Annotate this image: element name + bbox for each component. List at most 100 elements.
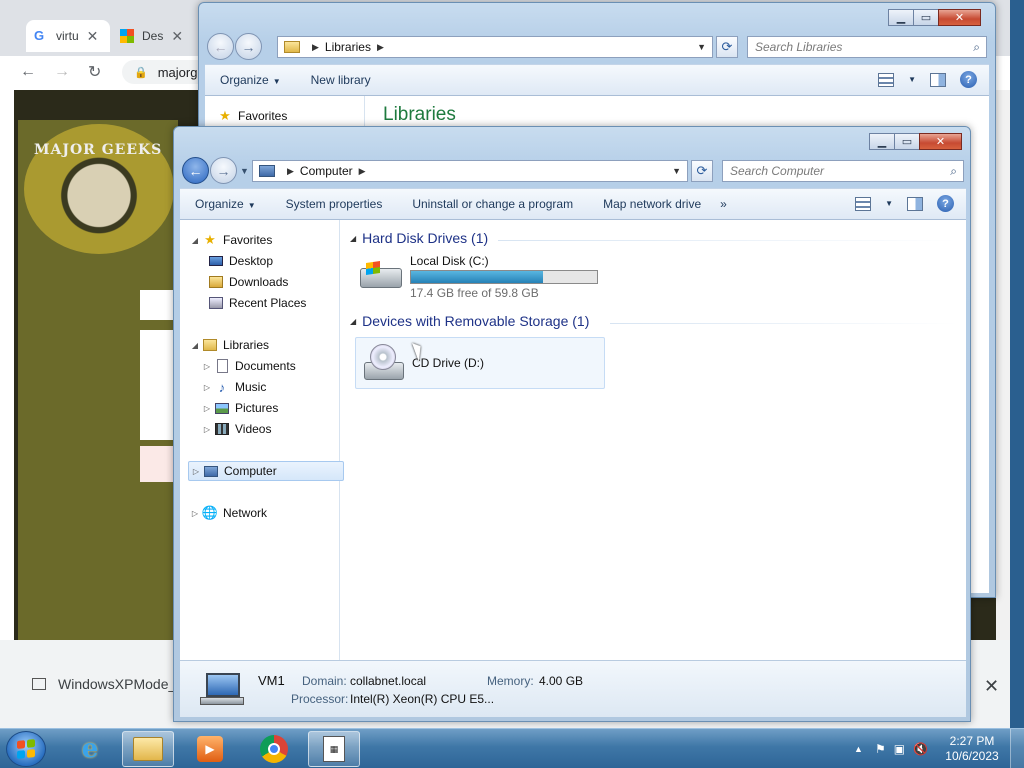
forward-arrow-icon[interactable]: → [54,63,70,81]
taskbar-windows-explorer[interactable] [122,731,174,767]
network-status-icon[interactable]: ▣ [894,742,905,756]
collapsed-arrow-icon[interactable]: ▷ [200,383,214,392]
memory-label: Memory: [487,674,534,688]
folder-icon [133,737,163,761]
organize-button[interactable]: Organize ▼ [180,197,271,211]
organize-button[interactable]: Organize ▼ [205,73,296,87]
change-view-icon[interactable] [855,196,872,211]
taskbar-chrome[interactable] [248,731,300,767]
taskbar-internet-explorer[interactable]: e [64,731,116,767]
memory-value: 4.00 GB [539,674,584,688]
reload-icon[interactable]: ↻ [88,62,101,82]
computer-content: ◢ ★ Favorites Desktop Downloads Recent P… [180,220,966,660]
computer-icon [203,463,219,479]
nav-favorites[interactable]: ★ Favorites [217,106,287,126]
collapse-group-icon[interactable]: ◢ [350,234,356,243]
collapse-group-icon[interactable]: ◢ [350,317,356,326]
collapsed-arrow-icon[interactable]: ▷ [188,509,202,518]
search-input[interactable]: Search Libraries ⌕ [747,36,987,58]
collapsed-arrow-icon[interactable]: ▷ [189,467,203,476]
search-input[interactable]: Search Computer ⌕ [722,160,964,182]
nav-computer[interactable]: ▷ Computer [188,461,344,481]
chevron-down-icon[interactable]: ▼ [672,166,681,176]
group-hard-disk-drives[interactable]: ◢ Hard Disk Drives (1) [350,230,488,246]
breadcrumb-libraries[interactable]: Libraries [325,40,371,54]
expand-arrow-icon[interactable]: ◢ [188,341,202,350]
clock-time: 2:27 PM [949,734,995,748]
chevron-down-icon[interactable]: ▼ [885,199,893,208]
taskbar-media-player[interactable]: ▶ [184,731,236,767]
nav-label: Pictures [235,401,279,415]
address-bar[interactable]: ▶ Libraries ▶ ▼ [277,36,713,58]
nav-videos[interactable]: ▷ Videos [200,419,272,439]
chrome-tab-1[interactable]: G virtu ✕ [26,20,110,52]
change-view-icon[interactable] [878,72,895,87]
start-button[interactable] [6,731,46,767]
close-icon[interactable]: ✕ [87,28,99,45]
map-network-drive-button[interactable]: Map network drive [588,197,716,211]
chevron-down-icon[interactable]: ▼ [697,42,706,52]
drive-d[interactable]: CD Drive (D:) [355,337,605,389]
refresh-button[interactable]: ⟳ [716,36,738,58]
nav-favorites[interactable]: ◢ ★ Favorites [188,230,272,250]
chrome-tab-2[interactable]: Des ✕ [112,20,196,52]
breadcrumb-computer[interactable]: Computer [300,164,353,178]
preview-pane-icon[interactable] [907,196,923,211]
nav-desktop[interactable]: Desktop [208,251,273,271]
expand-arrow-icon[interactable]: ◢ [188,236,202,245]
close-button[interactable]: ✕ [919,133,962,150]
domain-label: Domain: [302,674,347,688]
close-button[interactable]: ✕ [938,9,981,26]
maximize-button[interactable]: ▭ [913,9,939,26]
uninstall-program-button[interactable]: Uninstall or change a program [397,197,588,211]
nav-documents[interactable]: ▷ Documents [200,356,296,376]
preview-pane-icon[interactable] [930,72,946,87]
nav-libraries[interactable]: ◢ Libraries [188,335,269,355]
system-properties-button[interactable]: System properties [271,197,398,211]
nav-label: Documents [235,359,296,373]
nav-music[interactable]: ▷ ♪ Music [200,377,266,397]
nav-pictures[interactable]: ▷ Pictures [200,398,278,418]
breadcrumb-separator-icon: ▶ [312,41,319,52]
show-hidden-icons-button[interactable]: ▲ [854,744,863,754]
address-bar[interactable]: ▶ Computer ▶ ▼ [252,160,688,182]
collapsed-arrow-icon[interactable]: ▷ [200,404,214,413]
collapsed-arrow-icon[interactable]: ▷ [200,362,214,371]
action-center-icon[interactable]: ⚑ [875,742,886,756]
help-icon[interactable]: ? [960,71,977,88]
taskbar-installer[interactable]: ▦ [308,731,360,767]
close-download-shelf-icon[interactable]: ✕ [984,676,999,697]
more-commands-button[interactable]: » [716,197,731,211]
maximize-button[interactable]: ▭ [894,133,920,150]
breadcrumb-separator-icon: ▶ [358,165,366,176]
minimize-button[interactable]: ▁ [888,9,914,26]
command-bar: Organize ▼ New library ▼ ? [205,64,989,96]
forward-button[interactable]: → [235,33,262,60]
lock-icon: 🔒 [134,66,148,79]
refresh-button[interactable]: ⟳ [691,160,713,182]
volume-icon[interactable]: 🔇 [913,742,928,756]
chevron-down-icon[interactable]: ▼ [908,75,916,84]
back-button[interactable]: ← [182,157,209,184]
processor-value: Intel(R) Xeon(R) CPU E5... [350,692,495,706]
chrome-scrollbar[interactable] [996,90,1010,640]
collapsed-arrow-icon[interactable]: ▷ [200,425,214,434]
recent-pages-chevron-icon[interactable]: ▼ [240,166,249,176]
show-desktop-button[interactable] [1010,729,1024,768]
domain-value: collabnet.local [350,674,427,688]
help-icon[interactable]: ? [937,195,954,212]
back-arrow-icon[interactable]: ← [20,63,36,81]
drive-c[interactable]: Local Disk (C:) 17.4 GB free of 59.8 GB [356,254,606,302]
back-button[interactable]: ← [207,33,234,60]
forward-button[interactable]: → [210,157,237,184]
close-icon[interactable]: ✕ [171,28,183,45]
nav-network[interactable]: ▷ 🌐 Network [188,503,267,523]
nav-downloads[interactable]: Downloads [208,272,288,292]
group-removable-storage[interactable]: ◢ Devices with Removable Storage (1) [350,313,589,329]
new-library-button[interactable]: New library [296,73,386,87]
download-item[interactable]: WindowsXPMode_ [32,676,176,692]
nav-label: Downloads [229,275,289,289]
nav-recent-places[interactable]: Recent Places [208,293,306,313]
minimize-button[interactable]: ▁ [869,133,895,150]
clock[interactable]: 2:27 PM 10/6/2023 [934,734,1010,764]
